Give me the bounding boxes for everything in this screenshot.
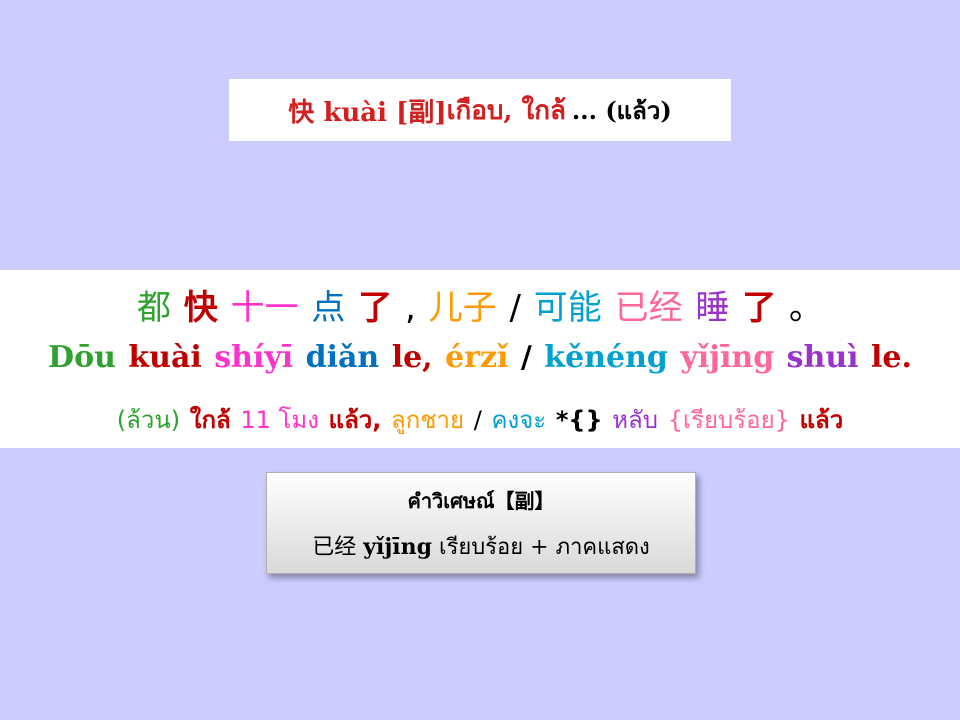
hanzi-word: 。	[789, 288, 824, 328]
hanzi-word: 十一	[230, 288, 299, 328]
sentence-band: 都 快 十一 点 了 , 儿子 / 可能 已经 睡 了 。 Dōu kuài s…	[0, 270, 960, 448]
hanzi-line: 都 快 十一 点 了 , 儿子 / 可能 已经 睡 了 。	[0, 280, 960, 329]
thai-line: (ล้วน) ใกล้ 11 โมง แล้ว, ลูกชาย / คงจะ *…	[0, 400, 960, 439]
note-pinyin: yǐjīng	[363, 534, 433, 560]
pinyin-word: yǐjīng	[680, 340, 775, 375]
note-body: 已经 yǐjīng เรียบร้อย + ภาคแสดง	[267, 529, 695, 564]
title-meaning: เกือบ, ใกล้	[446, 95, 566, 126]
pinyin-word: le.	[871, 340, 912, 375]
hanzi-word: 快	[183, 288, 218, 328]
note-title: คำวิเศษณ์【副】	[407, 489, 555, 513]
title-word: 快 kuài [副]	[288, 97, 447, 128]
hanzi-word: 已经	[614, 288, 683, 328]
thai-word: {เรียบร้อย}	[667, 406, 790, 434]
thai-word: คงจะ	[491, 406, 547, 434]
thai-word: ลูกชาย	[391, 406, 465, 434]
hanzi-word: 了	[358, 288, 393, 328]
thai-word: แล้ว	[799, 406, 844, 434]
note-thai: เรียบร้อย + ภาคแสดง	[439, 535, 650, 560]
hanzi-word: 儿子	[428, 288, 497, 328]
hanzi-word: 可能	[533, 288, 602, 328]
hanzi-word: /	[509, 288, 521, 328]
thai-word: ใกล้	[189, 406, 231, 434]
hanzi-word: 睡	[695, 288, 730, 328]
pinyin-word: érzǐ	[445, 340, 509, 375]
note-box: คำวิเศษณ์【副】 已经 yǐjīng เรียบร้อย + ภาคแส…	[266, 472, 696, 574]
pinyin-word: /	[520, 340, 532, 375]
thai-word: หลับ	[612, 406, 658, 434]
pinyin-word: Dōu	[48, 340, 116, 375]
thai-word: *{}	[555, 406, 603, 434]
title-tail: ... (แล้ว)	[571, 95, 672, 125]
pinyin-word: shuì	[786, 340, 859, 375]
title-box: 快 kuài [副] เกือบ, ใกล้ ... (แล้ว)	[229, 79, 731, 141]
note-hanzi: 已经	[312, 535, 357, 560]
pinyin-word: kuài	[128, 340, 202, 375]
pinyin-line: Dōu kuài shíyī diǎn le, érzǐ / kěnéng yǐ…	[0, 340, 960, 375]
hanzi-word: 了	[742, 288, 777, 328]
thai-word: /	[473, 406, 482, 434]
hanzi-word: 点	[311, 288, 346, 328]
thai-word: (ล้วน)	[116, 406, 181, 434]
thai-word: แล้ว,	[328, 406, 382, 434]
pinyin-word: le,	[391, 340, 433, 375]
pinyin-word: diǎn	[305, 340, 380, 375]
hanzi-word: 都	[136, 288, 171, 328]
pinyin-word: shíyī	[214, 340, 294, 375]
pinyin-word: kěnéng	[544, 340, 668, 375]
thai-word: 11 โมง	[240, 406, 319, 434]
hanzi-word: ,	[405, 288, 416, 328]
